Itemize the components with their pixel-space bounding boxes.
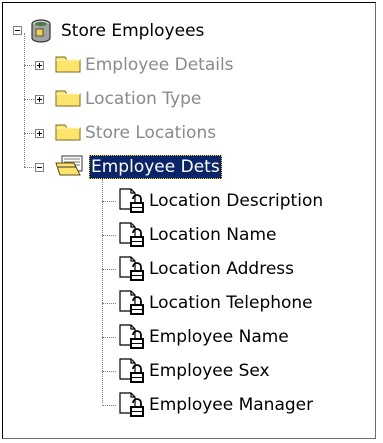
tree-node-employee-dets[interactable]: Employee Dets xyxy=(89,150,222,184)
folder-icon xyxy=(55,56,81,73)
node-label: Employee Dets xyxy=(89,155,222,179)
locked-field-icon xyxy=(119,256,144,281)
tree-node-field[interactable]: Location Telephone xyxy=(147,286,315,320)
collapse-toggle-employee-dets[interactable] xyxy=(35,163,44,172)
tree-line xyxy=(102,337,116,339)
tree-node-root[interactable]: Store Employees xyxy=(59,14,206,48)
tree-node-field[interactable]: Employee Sex xyxy=(147,354,272,388)
tree-line xyxy=(102,179,104,403)
locked-field-icon xyxy=(119,188,144,213)
tree-node-store-locations[interactable]: Store Locations xyxy=(83,116,218,150)
node-label: Employee Manager xyxy=(149,395,314,415)
tree-line xyxy=(102,235,116,237)
node-label: Store Locations xyxy=(85,123,217,143)
expand-toggle-store-locations[interactable] xyxy=(35,129,44,138)
expand-toggle-location-type[interactable] xyxy=(35,95,44,104)
tree-node-location-type[interactable]: Location Type xyxy=(83,82,203,116)
folder-icon xyxy=(55,90,81,107)
locked-field-icon xyxy=(119,222,144,247)
open-folder-icon xyxy=(55,155,83,176)
locked-field-icon xyxy=(119,324,144,349)
collapse-toggle-root[interactable] xyxy=(13,26,22,35)
tree-node-field[interactable]: Employee Manager xyxy=(147,388,315,422)
node-label: Location Description xyxy=(149,191,324,211)
expand-toggle-employee-details[interactable] xyxy=(35,61,44,70)
tree-line xyxy=(102,303,116,305)
tree-line xyxy=(102,405,116,407)
node-label: Store Employees xyxy=(61,21,205,41)
node-label: Employee Details xyxy=(85,55,234,75)
tree-node-field[interactable]: Location Address xyxy=(147,252,296,286)
node-label: Location Address xyxy=(149,259,295,279)
tree-view[interactable]: Store Employees Employee Details Locatio… xyxy=(2,2,376,439)
node-label: Location Name xyxy=(149,225,277,245)
node-label: Employee Sex xyxy=(149,361,270,381)
tree-line xyxy=(102,371,116,373)
folder-icon xyxy=(55,124,81,141)
locked-field-icon xyxy=(119,290,144,315)
node-label: Employee Name xyxy=(149,327,289,347)
tree-node-field[interactable]: Employee Name xyxy=(147,320,291,354)
database-icon xyxy=(31,19,51,43)
locked-field-icon xyxy=(119,358,144,383)
tree-node-field[interactable]: Location Description xyxy=(147,184,325,218)
node-label: Location Type xyxy=(85,89,202,109)
tree-node-employee-details[interactable]: Employee Details xyxy=(83,48,236,82)
node-label: Location Telephone xyxy=(149,293,313,313)
locked-field-icon xyxy=(119,392,144,417)
tree-node-field[interactable]: Location Name xyxy=(147,218,278,252)
tree-line xyxy=(102,201,116,203)
tree-line xyxy=(102,269,116,271)
